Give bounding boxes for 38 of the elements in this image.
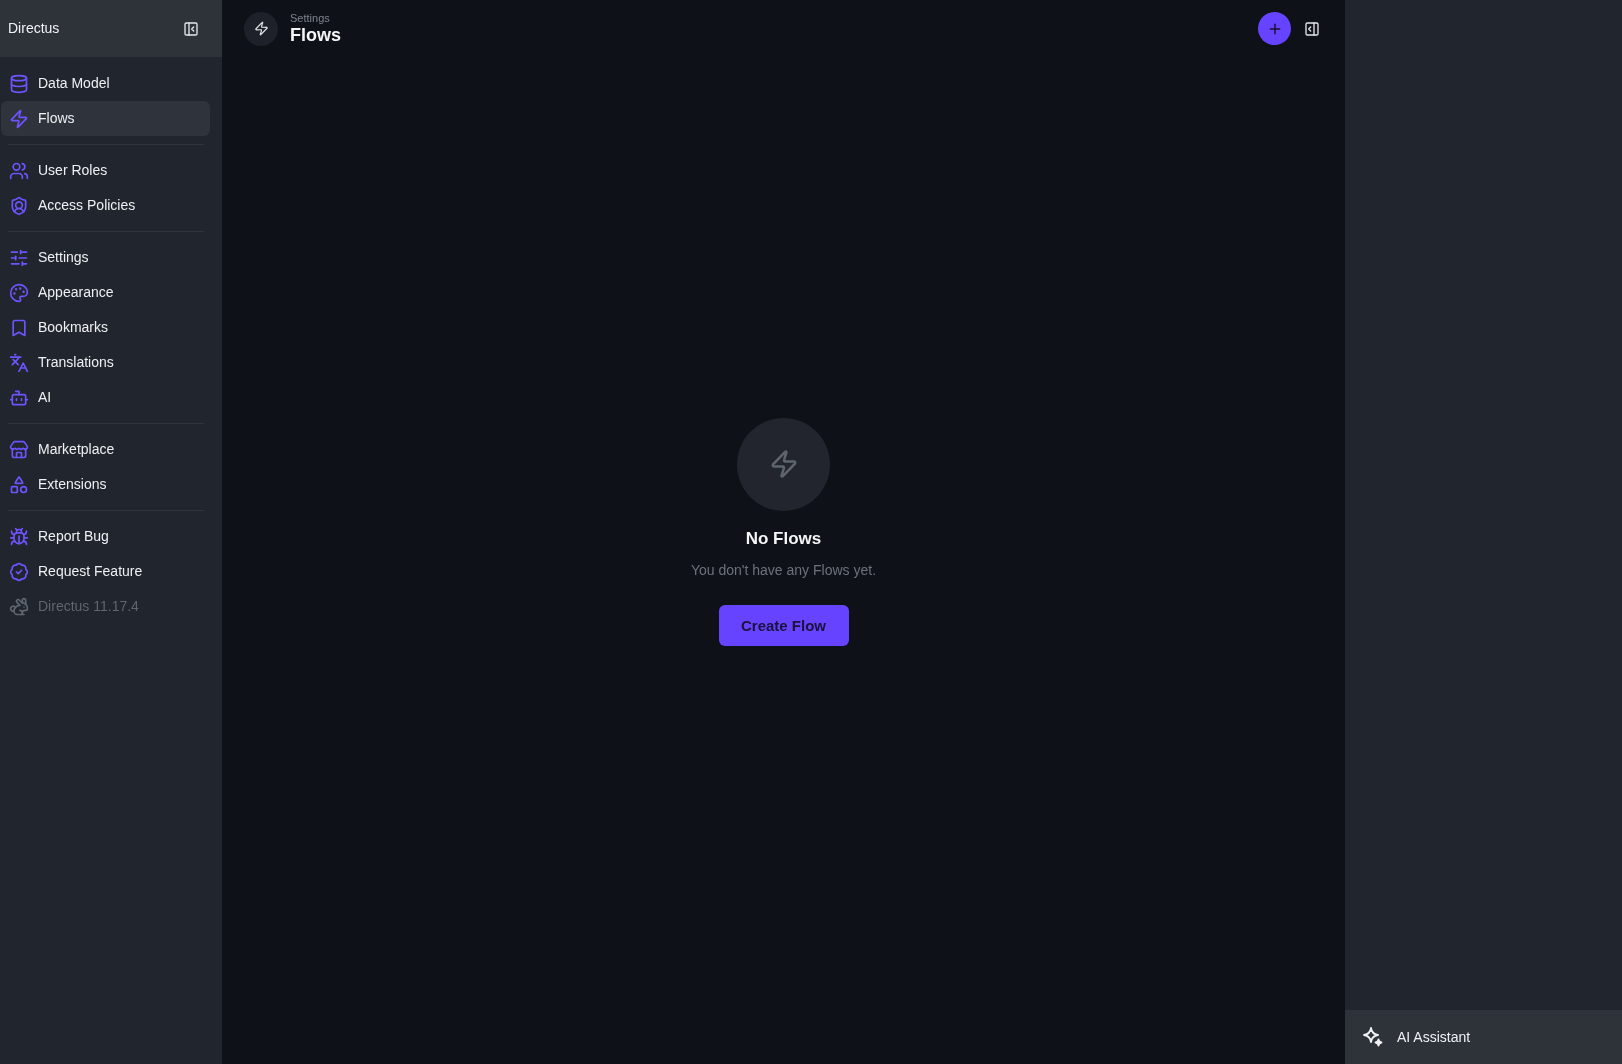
panel-icon bbox=[183, 20, 199, 37]
nav-item[interactable]: Extensions bbox=[1, 467, 210, 502]
panel-icon bbox=[1304, 20, 1320, 37]
nav-item[interactable]: Bookmarks bbox=[1, 310, 210, 345]
nav-item[interactable]: Report Bug bbox=[1, 519, 210, 554]
lightning-icon bbox=[9, 108, 29, 129]
ai-assistant-button[interactable]: AI Assistant bbox=[1345, 1010, 1622, 1064]
lightning-icon bbox=[244, 11, 278, 46]
nav-item[interactable]: AI bbox=[1, 380, 210, 415]
nav-item[interactable]: Appearance bbox=[1, 275, 210, 310]
palette-icon bbox=[9, 282, 29, 303]
nav-item[interactable]: Request Feature bbox=[1, 554, 210, 589]
empty-state-message: You don't have any Flows yet. bbox=[690, 561, 877, 581]
nav-item[interactable]: Translations bbox=[1, 345, 210, 380]
nav-item[interactable]: Settings bbox=[1, 240, 210, 275]
bug-icon bbox=[9, 526, 29, 547]
users-icon bbox=[9, 160, 29, 181]
add-button[interactable] bbox=[1258, 12, 1291, 45]
rabbit-icon bbox=[9, 596, 29, 617]
shield-user-icon bbox=[9, 195, 29, 216]
translate-icon bbox=[9, 352, 29, 373]
store-icon bbox=[9, 439, 29, 460]
database-icon bbox=[9, 73, 29, 94]
breadcrumb[interactable]: Settings bbox=[290, 11, 341, 26]
sliders-icon bbox=[9, 247, 29, 268]
shapes-icon bbox=[9, 474, 29, 495]
page-title: Flows bbox=[290, 25, 341, 46]
toggle-panel-button[interactable] bbox=[1303, 19, 1321, 38]
app-title: Directus bbox=[8, 19, 60, 38]
nav-item[interactable]: Marketplace bbox=[1, 432, 210, 467]
nav-item[interactable]: User Roles bbox=[1, 153, 210, 188]
empty-state-title: No Flows bbox=[745, 527, 822, 550]
sparkle-icon bbox=[1363, 1027, 1383, 1047]
nav-item[interactable]: Data Model bbox=[1, 66, 210, 101]
badge-check-icon bbox=[9, 561, 29, 582]
nav-item[interactable]: Access Policies bbox=[1, 188, 210, 223]
nav-item[interactable]: Flows bbox=[1, 101, 210, 136]
bookmark-icon bbox=[9, 317, 29, 338]
